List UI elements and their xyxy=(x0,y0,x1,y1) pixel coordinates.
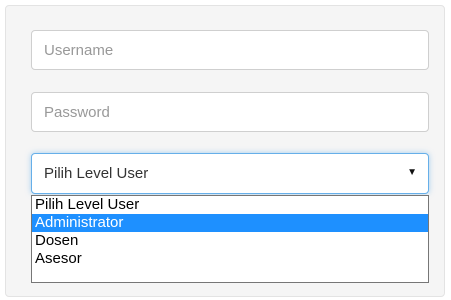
password-field[interactable]: Password xyxy=(31,92,429,132)
caret-down-icon: ▼ xyxy=(407,167,417,178)
option-pilih-level-user[interactable]: Pilih Level User xyxy=(32,196,428,214)
option-asesor[interactable]: Asesor xyxy=(32,250,428,268)
option-dosen[interactable]: Dosen xyxy=(32,232,428,250)
username-field[interactable]: Username xyxy=(31,30,429,70)
level-user-dropdown-list: Pilih Level User Administrator Dosen Ase… xyxy=(31,195,429,283)
level-user-select[interactable]: Pilih Level User ▼ xyxy=(31,153,429,194)
option-administrator[interactable]: Administrator xyxy=(32,214,428,232)
password-placeholder: Password xyxy=(44,103,110,121)
level-user-selected-value: Pilih Level User xyxy=(44,165,149,182)
username-placeholder: Username xyxy=(44,41,114,59)
